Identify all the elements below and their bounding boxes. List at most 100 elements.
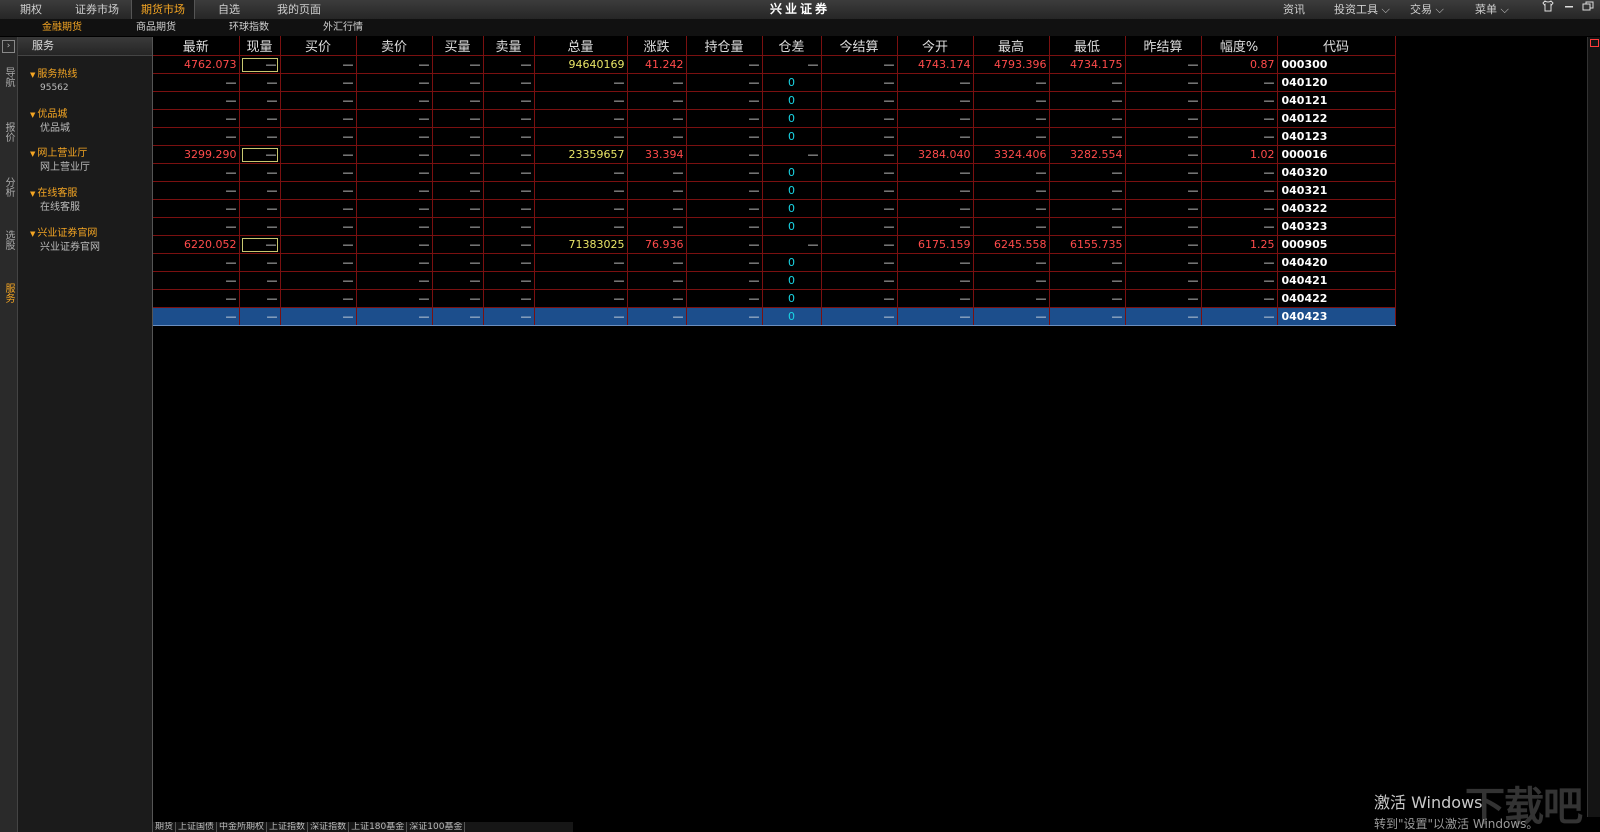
menu-news[interactable]: 资讯 (1283, 0, 1305, 19)
column-header[interactable]: 持仓量 (686, 36, 763, 56)
table-row[interactable]: — — — — — — — — —0— — — — — —040323 (153, 217, 1396, 236)
restore-icon[interactable] (1580, 0, 1596, 19)
group-sub[interactable]: 95562 (30, 82, 77, 95)
column-header[interactable]: 卖价 (356, 36, 433, 56)
group-sub[interactable]: 兴业证券官网 (30, 241, 100, 254)
column-header[interactable]: 总量 (534, 36, 628, 56)
group-sub[interactable]: 优品城 (30, 122, 70, 135)
vnav-service[interactable]: 服务 (0, 283, 17, 308)
table-row[interactable]: 4762.073— — — — —94640169 41.242— — —4743.174 47… (153, 55, 1396, 74)
column-header[interactable]: 今开 (897, 36, 974, 56)
table-cell: — (686, 109, 763, 128)
table-row[interactable]: — — — — — — — — —0— — — — — —040123 (153, 127, 1396, 146)
group-sub[interactable]: 网上营业厅 (30, 161, 90, 174)
table-row[interactable]: 3299.290— — — — —23359657 33.394— — —3284.040 33… (153, 145, 1396, 164)
column-header[interactable]: 买量 (432, 36, 484, 56)
official-site-link[interactable]: ▼ 兴业证券官网 (30, 227, 100, 241)
table-cell: — (534, 109, 628, 128)
table-cell: — (534, 181, 628, 200)
tab-watchlist[interactable]: 自选 (208, 0, 250, 19)
table-row[interactable]: — — — — — — — — —0— — — — — —040422 (153, 289, 1396, 308)
tab-my-page[interactable]: 我的页面 (268, 0, 330, 19)
table-cell: 0.87 (1201, 55, 1278, 74)
vnav-label: 报价 (3, 122, 14, 142)
tab-futures-market[interactable]: 期货市场 (131, 0, 195, 19)
menu-main[interactable]: 菜单 ⌵ (1475, 0, 1509, 19)
tab-securities-market[interactable]: 证券市场 (66, 0, 128, 19)
table-cell: — (483, 109, 535, 128)
table-row[interactable]: — — — — — — — — —0— — — — — —040120 (153, 73, 1396, 92)
table-cell: — (483, 217, 535, 236)
table-cell: — (1125, 271, 1202, 290)
bottom-tab[interactable]: 期货 (153, 822, 177, 832)
table-cell: 040421 (1277, 271, 1396, 290)
column-header[interactable]: 代码 (1277, 36, 1396, 56)
column-header[interactable]: 今结算 (821, 36, 898, 56)
column-header[interactable]: 幅度% (1201, 36, 1278, 56)
tab-options[interactable]: 期权 (10, 0, 52, 19)
table-row[interactable]: — — — — — — — — —0— — — — — —040423 (153, 307, 1396, 326)
table-cell: — (686, 73, 763, 92)
service-hotline-link[interactable]: ▼ 服务热线 (30, 68, 77, 82)
table-cell: — (973, 127, 1050, 146)
table-row[interactable]: — — — — — — — — —0— — — — — —040321 (153, 181, 1396, 200)
table-row[interactable]: — — — — — — — — —0— — — — — —040420 (153, 253, 1396, 272)
table-cell: — (534, 73, 628, 92)
shirt-icon[interactable] (1540, 0, 1556, 19)
bottom-tab[interactable]: 深证指数 (308, 822, 350, 832)
bottom-tab[interactable]: 上证指数 (267, 822, 309, 832)
minimize-icon[interactable] (1561, 0, 1577, 19)
expand-icon[interactable]: › (2, 40, 15, 53)
group-sub[interactable]: 在线客服 (30, 201, 80, 214)
table-cell: — (627, 271, 687, 290)
column-header[interactable]: 最新 (153, 36, 240, 56)
vnav-quotes[interactable]: 报价 (0, 122, 17, 147)
table-cell: — (432, 217, 484, 236)
column-header[interactable]: 涨跌 (627, 36, 687, 56)
online-support-link[interactable]: ▼ 在线客服 (30, 187, 80, 201)
menu-investment-tools[interactable]: 投资工具 ⌵ (1334, 0, 1390, 19)
premium-mall-link[interactable]: ▼ 优品城 (30, 108, 70, 122)
bottom-tab[interactable]: 上证180基金 (349, 822, 408, 832)
subtab-financial-futures[interactable]: 金融期货 (42, 20, 82, 36)
bottom-tab-strip: 期货 上证国债 中金所期权 上证指数 深证指数 上证180基金 深证100基金 (153, 822, 573, 832)
subtab-forex[interactable]: 外汇行情 (323, 20, 363, 36)
table-cell: — (534, 307, 628, 326)
table-cell: — (280, 127, 357, 146)
caret-down-icon: ▼ (30, 111, 36, 119)
menu-trade[interactable]: 交易 ⌵ (1410, 0, 1444, 19)
bottom-tab[interactable]: 上证国债 (176, 822, 218, 832)
subtab-global-indices[interactable]: 环球指数 (229, 20, 269, 36)
column-header[interactable]: 最低 (1049, 36, 1126, 56)
column-header[interactable]: 昨结算 (1125, 36, 1202, 56)
table-cell: — (356, 253, 433, 272)
table-row[interactable]: — — — — — — — — —0— — — — — —040320 (153, 163, 1396, 182)
bottom-tab[interactable]: 中金所期权 (217, 822, 268, 832)
table-cell: — (483, 271, 535, 290)
table-row[interactable]: 6220.052— — — — —71383025 76.936— — —6175.159 62… (153, 235, 1396, 254)
vertical-scrollbar[interactable] (1587, 37, 1600, 817)
table-cell: — (534, 289, 628, 308)
table-cell: 4762.073 (153, 55, 240, 74)
table-row[interactable]: — — — — — — — — —0— — — — — —040421 (153, 271, 1396, 290)
table-cell: — (483, 145, 535, 164)
table-row[interactable]: — — — — — — — — —0— — — — — —040322 (153, 199, 1396, 218)
column-header[interactable]: 现量 (239, 36, 281, 56)
table-row[interactable]: — — — — — — — — —0— — — — — —040122 (153, 109, 1396, 128)
vnav-analysis[interactable]: 分析 (0, 177, 17, 202)
column-header[interactable]: 最高 (973, 36, 1050, 56)
table-cell: — (432, 181, 484, 200)
subtab-commodity-futures[interactable]: 商品期货 (136, 20, 176, 36)
online-branch-link[interactable]: ▼ 网上营业厅 (30, 147, 90, 161)
table-cell: — (1049, 271, 1126, 290)
column-header[interactable]: 仓差 (762, 36, 822, 56)
column-header[interactable]: 买价 (280, 36, 357, 56)
table-cell: — (483, 289, 535, 308)
bottom-tab[interactable]: 深证100基金 (407, 822, 466, 832)
table-row[interactable]: — — — — — — — — —0— — — — — —040121 (153, 91, 1396, 110)
table-cell: — (821, 109, 898, 128)
column-header[interactable]: 卖量 (483, 36, 535, 56)
table-cell: 0 (762, 199, 822, 218)
vnav-stock-picker[interactable]: 选股 (0, 230, 17, 255)
vnav-navigation[interactable]: 导航 (0, 67, 17, 92)
